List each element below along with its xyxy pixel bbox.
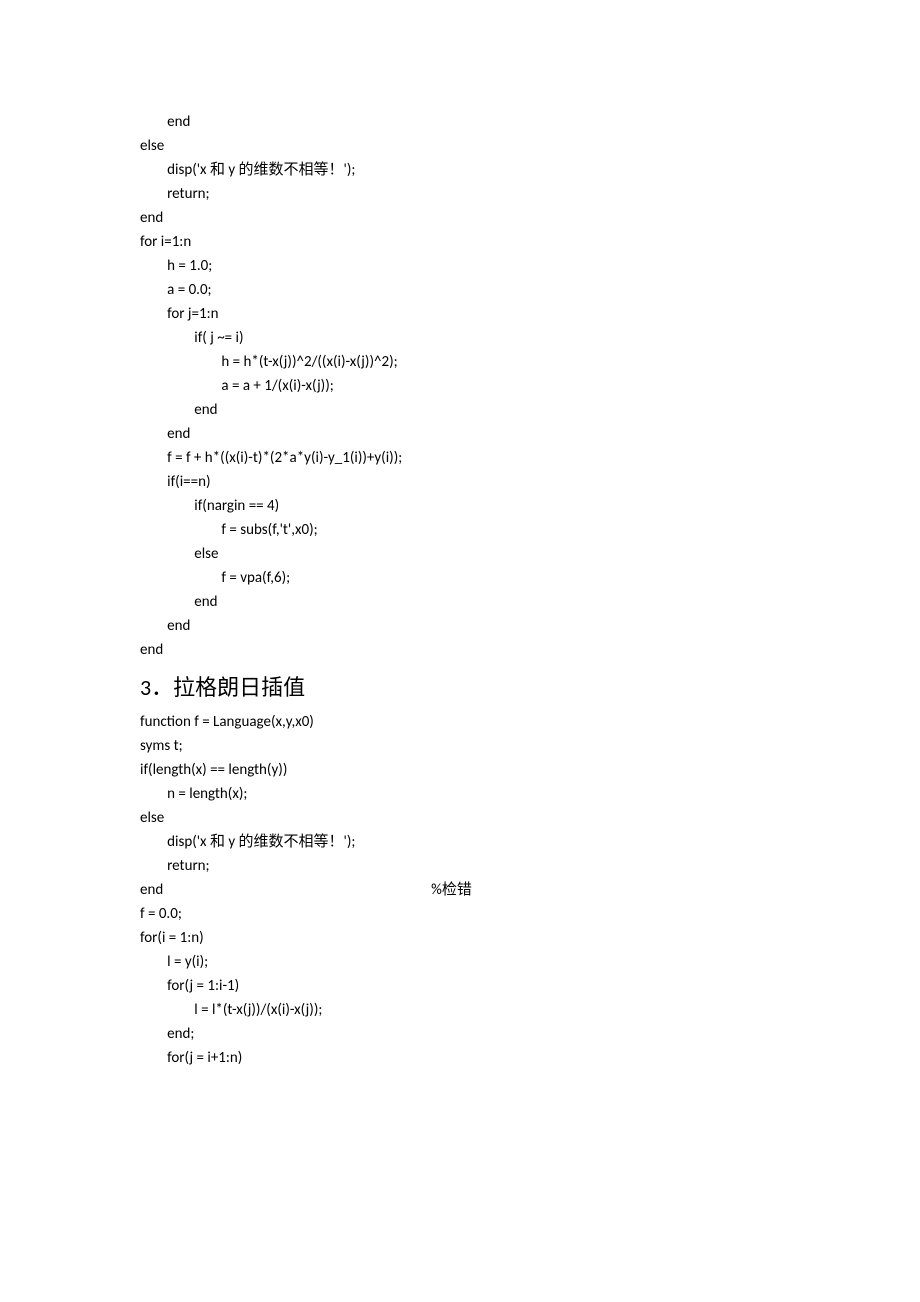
code-line: f = subs(f,'t',x0); [140, 518, 800, 542]
code-line: f = vpa(f,6); [140, 566, 800, 590]
code-line: end [140, 398, 800, 422]
heading-text: 拉格朗日插值 [173, 675, 305, 700]
code-line: n = length(x); [140, 782, 800, 806]
code-line: return; [140, 854, 800, 878]
code-line: if(i==n) [140, 470, 800, 494]
code-line: for(j = 1:i-1) [140, 974, 800, 998]
code-line: syms t; [140, 734, 800, 758]
code-line: h = h*(t-x(j))^2/((x(i)-x(j))^2); [140, 350, 800, 374]
code-line: f = 0.0; [140, 902, 800, 926]
code-line: else [140, 134, 800, 158]
code-line: disp('x 和 y 的维数不相等！'); [140, 830, 800, 854]
code-line: for(j = i+1:n) [140, 1046, 800, 1070]
code-line: a = a + 1/(x(i)-x(j)); [140, 374, 800, 398]
code-line: if(length(x) == length(y)) [140, 758, 800, 782]
code-line: l = y(i); [140, 950, 800, 974]
code-line: else [140, 806, 800, 830]
code-line: end [140, 110, 800, 134]
code-line: end [140, 638, 800, 662]
code-line: for j=1:n [140, 302, 800, 326]
code-line: end [140, 590, 800, 614]
code-line: for(i = 1:n) [140, 926, 800, 950]
code-line: end %检错 [140, 878, 800, 902]
code-line: a = 0.0; [140, 278, 800, 302]
code-line: end [140, 614, 800, 638]
code-line: else [140, 542, 800, 566]
code-line: f = f + h*((x(i)-t)*(2*a*y(i)-y_1(i))+y(… [140, 446, 800, 470]
code-line: end [140, 206, 800, 230]
code-line: l = l*(t-x(j))/(x(i)-x(j)); [140, 998, 800, 1022]
code-line: end [140, 422, 800, 446]
section-heading: 3．拉格朗日插值 [140, 672, 800, 704]
code-line: for i=1:n [140, 230, 800, 254]
code-line: end; [140, 1022, 800, 1046]
code-line: if(nargin == 4) [140, 494, 800, 518]
document-page: end else disp('x 和 y 的维数不相等！'); return; … [0, 0, 920, 1130]
code-line: return; [140, 182, 800, 206]
code-line: h = 1.0; [140, 254, 800, 278]
code-line: if( j ~= i) [140, 326, 800, 350]
code-line: disp('x 和 y 的维数不相等！'); [140, 158, 800, 182]
code-line: function f = Language(x,y,x0) [140, 710, 800, 734]
heading-number: 3． [140, 674, 173, 701]
